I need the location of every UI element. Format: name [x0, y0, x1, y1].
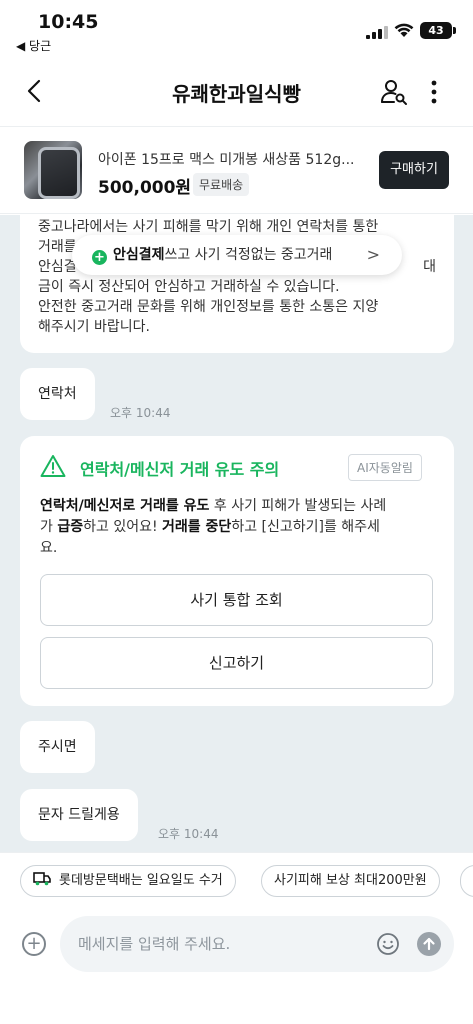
message-time: 오후 10:44	[110, 406, 171, 420]
chat-header: 유쾌한과일식빵	[0, 60, 473, 124]
report-button[interactable]: 신고하기	[40, 637, 433, 689]
product-name: 아이폰 15프로 맥스 미개봉 새상품 512g...	[98, 152, 355, 168]
quick-chips: 롯데방문택배는 일요일도 수거 사기피해 보상 최대200만원	[0, 852, 473, 908]
notice-line-start: 안심결	[38, 259, 77, 275]
chip-label: 롯데방문택배는 일요일도 수거	[59, 873, 223, 888]
message-bubble[interactable]: 문자 드릴게용	[20, 789, 138, 841]
battery-icon: 43	[420, 22, 456, 39]
status-bar: 10:45 ◀ 당근 43	[0, 0, 473, 60]
add-attachment-icon[interactable]: +	[22, 932, 46, 956]
ai-alert-tag: AI자동알림	[348, 454, 422, 481]
user-search-icon[interactable]	[380, 78, 408, 106]
truck-icon	[33, 872, 51, 886]
product-price: 500,000원	[98, 178, 192, 198]
shipping-badge: 무료배송	[193, 173, 250, 196]
fraud-lookup-button[interactable]: 사기 통합 조회	[40, 574, 433, 626]
notice-line: 중고나라에서는 사기 피해를 막기 위해 개인 연락처를 통한	[38, 219, 379, 235]
message-input-bar: +	[0, 908, 473, 1024]
warning-bold: 급증	[57, 519, 84, 535]
warning-text: 요.	[40, 540, 58, 556]
message-field[interactable]	[60, 916, 454, 972]
notice-line: 안전한 중고거래 문화를 위해 개인정보를 통한 소통은 지양	[38, 299, 379, 315]
chip-lotte-delivery[interactable]: 롯데방문택배는 일요일도 수거	[20, 865, 236, 897]
warning-bold: 거래를 중단	[162, 519, 232, 535]
message-bubble[interactable]: 연락처	[20, 368, 95, 420]
signal-icon	[366, 25, 388, 39]
warning-text: 가	[40, 519, 58, 535]
notice-line-end: 대	[423, 259, 436, 275]
safe-pay-bold: 안심결제	[113, 247, 165, 263]
buy-button[interactable]: 구매하기	[379, 151, 449, 189]
warning-triangle-icon	[40, 455, 66, 477]
message-time: 오후 10:44	[158, 827, 219, 841]
warning-card: 연락처/메신저 거래 유도 주의 AI자동알림 연락처/메신저로 거래를 유도 …	[20, 436, 454, 706]
safe-pay-text: 쓰고 사기 걱정없는 중고거래	[164, 247, 333, 263]
chip-fraud-compensation[interactable]: 사기피해 보상 최대200만원	[261, 865, 440, 897]
notice-line: 해주시기 바랍니다.	[38, 319, 150, 335]
warning-text: 하고 [신고하기]를 해주세	[231, 519, 380, 535]
plus-cross-icon: +	[92, 250, 107, 265]
chip-more[interactable]	[460, 865, 473, 897]
safe-payment-banner[interactable]: + 안심결제쓰고 사기 걱정없는 중고거래 >	[72, 235, 402, 275]
notice-line: 금이 즉시 정산되어 안심하고 거래하실 수 있습니다.	[38, 279, 340, 295]
more-options-icon[interactable]	[424, 78, 444, 106]
warning-bold: 연락처/메신저로 거래를 유도	[40, 498, 210, 514]
warning-text: 후 사기 피해가 발생되는 사례	[209, 498, 387, 514]
product-card[interactable]: 아이폰 15프로 맥스 미개봉 새상품 512g... 500,000원 무료배…	[0, 126, 473, 214]
chevron-right-icon: >	[366, 245, 380, 264]
message-input[interactable]	[78, 916, 358, 972]
message-bubble[interactable]: 주시면	[20, 721, 95, 773]
status-time: 10:45	[38, 11, 99, 33]
back-to-app-link[interactable]: ◀ 당근	[16, 37, 51, 54]
wifi-icon	[394, 23, 414, 37]
product-thumbnail	[24, 141, 82, 199]
warning-title: 연락처/메신저 거래 유도 주의	[80, 460, 280, 479]
warning-body: 연락처/메신저로 거래를 유도 후 사기 피해가 발생되는 사례 가 급증하고 …	[40, 496, 436, 559]
warning-text: 하고 있어요!	[83, 519, 163, 535]
emoji-icon[interactable]	[376, 932, 400, 956]
send-icon[interactable]	[417, 932, 441, 956]
chat-area[interactable]: 중고나라에서는 사기 피해를 막기 위해 개인 연락처를 통한 거래를 안심결 대…	[0, 215, 473, 852]
